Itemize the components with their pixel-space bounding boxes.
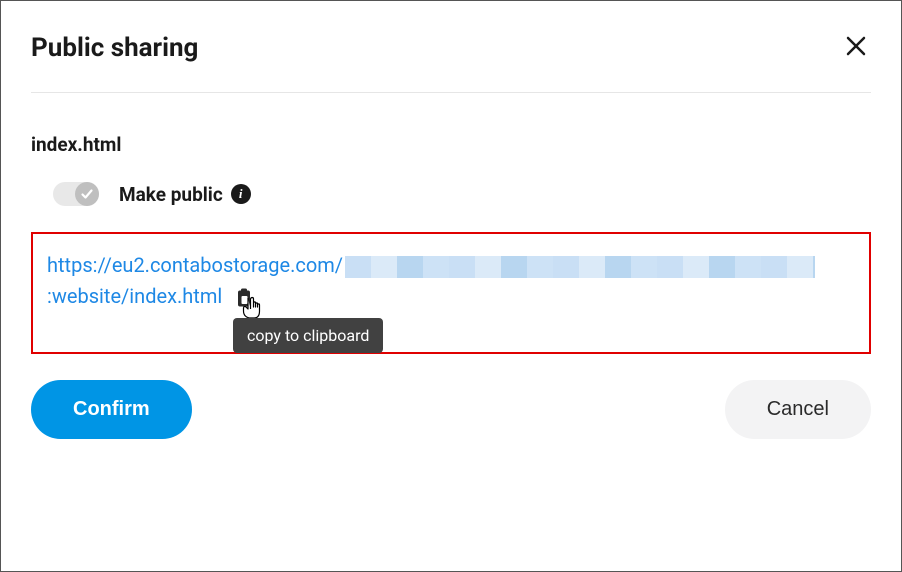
filename-label: index.html (31, 133, 871, 156)
dialog-header: Public sharing (31, 31, 871, 93)
info-icon[interactable]: i (231, 184, 251, 204)
copy-to-clipboard-button[interactable] (233, 287, 255, 309)
close-button[interactable] (841, 31, 871, 64)
public-url-box: https://eu2.contabostorage.com/ :website… (31, 232, 871, 354)
make-public-label: Make public i (119, 183, 251, 206)
confirm-button[interactable]: Confirm (31, 380, 192, 439)
public-url-text: https://eu2.contabostorage.com/ :website… (47, 250, 855, 312)
make-public-row: Make public i (31, 182, 871, 206)
cancel-button[interactable]: Cancel (725, 380, 871, 439)
clipboard-icon (233, 287, 255, 309)
url-part1: https://eu2.contabostorage.com/ (47, 253, 343, 277)
url-part2: :website/index.html (47, 284, 222, 308)
dialog-footer: Confirm Cancel (31, 380, 871, 439)
url-redacted (345, 256, 815, 278)
dialog-title: Public sharing (31, 33, 198, 63)
public-sharing-dialog: Public sharing index.html Make public (1, 1, 901, 469)
toggle-knob (75, 182, 99, 206)
check-icon (80, 187, 94, 201)
close-icon (845, 35, 867, 60)
make-public-toggle[interactable] (53, 182, 99, 206)
copy-tooltip: copy to clipboard (233, 318, 383, 353)
